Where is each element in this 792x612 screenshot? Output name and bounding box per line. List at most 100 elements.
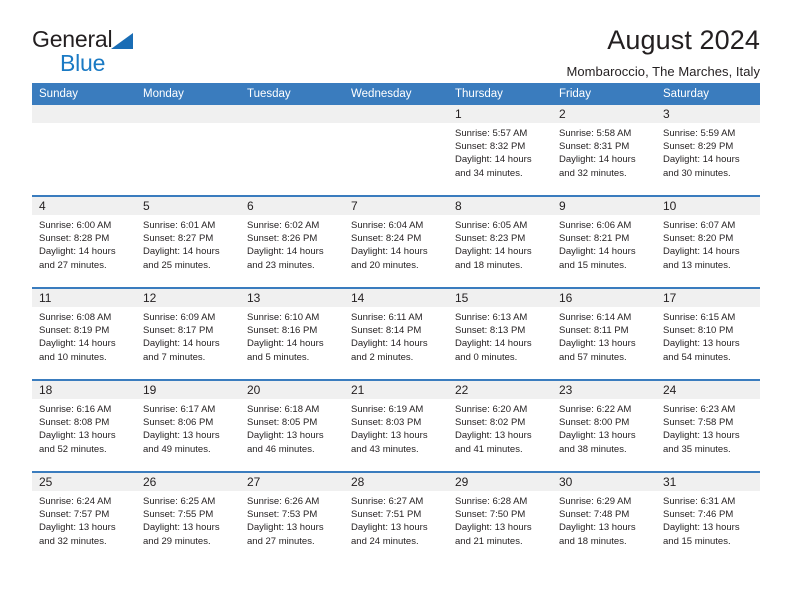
daylight-text: Daylight: 13 hours and 18 minutes. [559, 522, 636, 547]
calendar-day-cell[interactable]: 20 Sunrise: 6:18 AM Sunset: 8:05 PM Dayligh… [240, 379, 344, 472]
calendar-body: 1 Sunrise: 5:57 AM Sunset: 8:32 PM Daylight… [32, 105, 760, 563]
calendar-day-cell[interactable]: 13 Sunrise: 6:10 AM Sunset: 8:16 PM Dayligh… [240, 287, 344, 380]
day-details: Sunrise: 6:25 AM Sunset: 7:55 PM Daylight:… [136, 491, 240, 548]
day-number: 31 [656, 473, 760, 491]
sunrise-text: Sunrise: 6:07 AM [663, 220, 736, 231]
day-details: Sunrise: 6:23 AM Sunset: 7:58 PM Daylight:… [656, 399, 760, 456]
sunset-text: Sunset: 8:32 PM [455, 141, 526, 153]
day-details: Sunrise: 6:14 AM Sunset: 8:11 PM Daylight:… [552, 307, 656, 364]
sunrise-text: Sunrise: 6:26 AM [247, 496, 320, 507]
day-number: 1 [448, 105, 552, 123]
day-details: Sunrise: 6:28 AM Sunset: 7:50 PM Daylight:… [448, 491, 552, 548]
calendar-day-cell[interactable]: 31 Sunrise: 6:31 AM Sunset: 7:46 PM Dayligh… [656, 471, 760, 563]
page-title: August 2024 [607, 25, 760, 55]
calendar-day-cell[interactable]: 14 Sunrise: 6:11 AM Sunset: 8:14 PM Dayligh… [344, 287, 448, 380]
calendar-day-cell-empty [136, 105, 240, 196]
daylight-text: Daylight: 14 hours and 7 minutes. [143, 338, 220, 363]
sunset-text: Sunset: 8:24 PM [351, 233, 422, 245]
sunrise-text: Sunrise: 6:29 AM [559, 496, 632, 507]
calendar-week-row: 25 Sunrise: 6:24 AM Sunset: 7:57 PM Dayligh… [32, 471, 760, 563]
daylight-text: Daylight: 14 hours and 20 minutes. [351, 246, 428, 271]
calendar-day-cell[interactable]: 1 Sunrise: 5:57 AM Sunset: 8:32 PM Daylight… [448, 105, 552, 196]
day-details: Sunrise: 6:26 AM Sunset: 7:53 PM Daylight:… [240, 491, 344, 548]
sunrise-text: Sunrise: 6:19 AM [351, 404, 424, 415]
daylight-text: Daylight: 13 hours and 52 minutes. [39, 430, 116, 455]
sunset-text: Sunset: 8:21 PM [559, 233, 630, 245]
day-number: 6 [240, 197, 344, 215]
calendar-day-cell[interactable]: 9 Sunrise: 6:06 AM Sunset: 8:21 PM Daylight… [552, 195, 656, 288]
brand-logo: General Blue [32, 26, 222, 75]
daylight-text: Daylight: 14 hours and 34 minutes. [455, 154, 532, 179]
sunrise-text: Sunrise: 6:11 AM [351, 312, 423, 323]
day-number: 15 [448, 289, 552, 307]
daylight-text: Daylight: 14 hours and 30 minutes. [663, 154, 740, 179]
calendar-day-cell[interactable]: 2 Sunrise: 5:58 AM Sunset: 8:31 PM Daylight… [552, 105, 656, 196]
day-number: 19 [136, 381, 240, 399]
daylight-text: Daylight: 13 hours and 54 minutes. [663, 338, 740, 363]
calendar-day-cell[interactable]: 15 Sunrise: 6:13 AM Sunset: 8:13 PM Dayligh… [448, 287, 552, 380]
day-number: 5 [136, 197, 240, 215]
calendar-day-cell[interactable]: 10 Sunrise: 6:07 AM Sunset: 8:20 PM Dayligh… [656, 195, 760, 288]
calendar-day-cell[interactable]: 19 Sunrise: 6:17 AM Sunset: 8:06 PM Dayligh… [136, 379, 240, 472]
day-number: 12 [136, 289, 240, 307]
calendar-day-cell[interactable]: 23 Sunrise: 6:22 AM Sunset: 8:00 PM Dayligh… [552, 379, 656, 472]
calendar-week-row: 18 Sunrise: 6:16 AM Sunset: 8:08 PM Dayligh… [32, 379, 760, 472]
daylight-text: Daylight: 14 hours and 13 minutes. [663, 246, 740, 271]
daylight-text: Daylight: 14 hours and 18 minutes. [455, 246, 532, 271]
day-details: Sunrise: 6:16 AM Sunset: 8:08 PM Daylight:… [32, 399, 136, 456]
weekday-header-monday: Monday [136, 83, 240, 105]
calendar-day-cell[interactable]: 7 Sunrise: 6:04 AM Sunset: 8:24 PM Daylight… [344, 195, 448, 288]
sunrise-text: Sunrise: 6:27 AM [351, 496, 424, 507]
sunset-text: Sunset: 7:57 PM [39, 509, 110, 521]
calendar-day-cell[interactable]: 21 Sunrise: 6:19 AM Sunset: 8:03 PM Dayligh… [344, 379, 448, 472]
calendar-day-cell[interactable]: 5 Sunrise: 6:01 AM Sunset: 8:27 PM Daylight… [136, 195, 240, 288]
sunrise-text: Sunrise: 6:31 AM [663, 496, 736, 507]
sunset-text: Sunset: 7:53 PM [247, 509, 318, 521]
calendar-day-cell[interactable]: 22 Sunrise: 6:20 AM Sunset: 8:02 PM Dayligh… [448, 379, 552, 472]
day-details: Sunrise: 6:17 AM Sunset: 8:06 PM Daylight:… [136, 399, 240, 456]
sunrise-text: Sunrise: 6:06 AM [559, 220, 632, 231]
sunset-text: Sunset: 8:17 PM [143, 325, 214, 337]
day-number: 21 [344, 381, 448, 399]
calendar-day-cell[interactable]: 16 Sunrise: 6:14 AM Sunset: 8:11 PM Dayligh… [552, 287, 656, 380]
sunset-text: Sunset: 8:06 PM [143, 417, 214, 429]
sunrise-text: Sunrise: 5:59 AM [663, 128, 736, 139]
calendar-day-cell[interactable]: 17 Sunrise: 6:15 AM Sunset: 8:10 PM Dayligh… [656, 287, 760, 380]
calendar-day-cell[interactable]: 3 Sunrise: 5:59 AM Sunset: 8:29 PM Daylight… [656, 105, 760, 196]
calendar-day-cell[interactable]: 6 Sunrise: 6:02 AM Sunset: 8:26 PM Daylight… [240, 195, 344, 288]
day-details: Sunrise: 6:27 AM Sunset: 7:51 PM Daylight:… [344, 491, 448, 548]
daylight-text: Daylight: 13 hours and 35 minutes. [663, 430, 740, 455]
calendar-day-cell[interactable]: 11 Sunrise: 6:08 AM Sunset: 8:19 PM Dayligh… [32, 287, 136, 380]
logo-top-row: General [32, 28, 222, 51]
sunset-text: Sunset: 7:50 PM [455, 509, 526, 521]
calendar-day-cell[interactable]: 28 Sunrise: 6:27 AM Sunset: 7:51 PM Dayligh… [344, 471, 448, 563]
logo-triangle-icon [111, 33, 134, 49]
calendar-day-cell[interactable]: 24 Sunrise: 6:23 AM Sunset: 7:58 PM Dayligh… [656, 379, 760, 472]
sunset-text: Sunset: 8:08 PM [39, 417, 110, 429]
calendar-day-cell[interactable]: 26 Sunrise: 6:25 AM Sunset: 7:55 PM Dayligh… [136, 471, 240, 563]
calendar-day-cell[interactable]: 4 Sunrise: 6:00 AM Sunset: 8:28 PM Daylight… [32, 195, 136, 288]
logo-text-general: General [32, 26, 113, 52]
calendar-day-cell[interactable]: 27 Sunrise: 6:26 AM Sunset: 7:53 PM Dayligh… [240, 471, 344, 563]
day-details: Sunrise: 6:07 AM Sunset: 8:20 PM Daylight:… [656, 215, 760, 272]
daylight-text: Daylight: 13 hours and 27 minutes. [247, 522, 324, 547]
calendar-day-cell[interactable]: 29 Sunrise: 6:28 AM Sunset: 7:50 PM Dayligh… [448, 471, 552, 563]
calendar-day-cell[interactable]: 18 Sunrise: 6:16 AM Sunset: 8:08 PM Dayligh… [32, 379, 136, 472]
day-details: Sunrise: 6:10 AM Sunset: 8:16 PM Daylight:… [240, 307, 344, 364]
day-number: 27 [240, 473, 344, 491]
day-details: Sunrise: 6:02 AM Sunset: 8:26 PM Daylight:… [240, 215, 344, 272]
day-number: 2 [552, 105, 656, 123]
calendar-day-cell[interactable]: 12 Sunrise: 6:09 AM Sunset: 8:17 PM Dayligh… [136, 287, 240, 380]
calendar-day-cell-empty [32, 105, 136, 196]
day-details: Sunrise: 6:22 AM Sunset: 8:00 PM Daylight:… [552, 399, 656, 456]
day-number: 8 [448, 197, 552, 215]
calendar-day-cell[interactable]: 8 Sunrise: 6:05 AM Sunset: 8:23 PM Daylight… [448, 195, 552, 288]
calendar-day-cell[interactable]: 30 Sunrise: 6:29 AM Sunset: 7:48 PM Dayligh… [552, 471, 656, 563]
page-header: General Blue August 2024 Mombaroccio, Th… [32, 0, 760, 78]
day-details: Sunrise: 6:09 AM Sunset: 8:17 PM Daylight:… [136, 307, 240, 364]
sunset-text: Sunset: 7:51 PM [351, 509, 422, 521]
logo-text-blue: Blue [60, 50, 106, 76]
daylight-text: Daylight: 13 hours and 32 minutes. [39, 522, 116, 547]
calendar-day-cell[interactable]: 25 Sunrise: 6:24 AM Sunset: 7:57 PM Dayligh… [32, 471, 136, 563]
daylight-text: Daylight: 14 hours and 10 minutes. [39, 338, 116, 363]
